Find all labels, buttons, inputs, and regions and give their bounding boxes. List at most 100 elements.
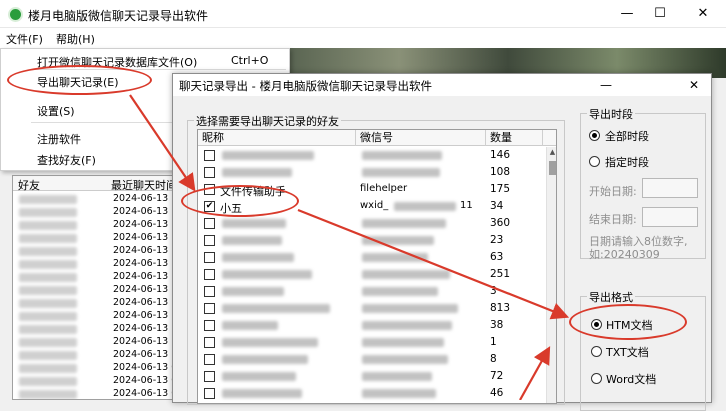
friend-list-row[interactable]: 2024-06-13 1 <box>13 206 179 219</box>
friend-checkbox[interactable] <box>204 252 215 263</box>
friend-checkbox[interactable] <box>204 150 215 161</box>
friend-checkbox[interactable] <box>204 337 215 348</box>
friend-row[interactable]: 72 <box>198 368 543 385</box>
friend-list-row[interactable]: 2024-06-13 1 <box>13 297 179 310</box>
friend-row[interactable]: 38 <box>198 317 543 334</box>
friend-name-redacted <box>19 286 77 295</box>
friend-row[interactable]: 108 <box>198 164 543 181</box>
message-count: 23 <box>490 234 504 246</box>
friend-list-row[interactable]: 2024-06-13 1 <box>13 310 179 323</box>
col-friend-header[interactable]: 好友 <box>18 177 40 193</box>
scroll-thumb[interactable] <box>549 161 556 175</box>
menu-file[interactable]: 文件(F) <box>6 31 43 47</box>
friend-list-row[interactable]: 2024-06-13 0 <box>13 362 179 375</box>
friend-row[interactable]: 23 <box>198 232 543 249</box>
col-nickname[interactable]: 昵称 <box>198 130 356 146</box>
message-count: 175 <box>490 183 511 195</box>
menu-register[interactable]: 注册软件 <box>37 131 81 147</box>
friend-list-row[interactable]: 2024-06-13 1 <box>13 284 179 297</box>
friends-table-scrollbar[interactable]: ▲ <box>546 147 556 403</box>
friend-list-row[interactable]: 2024-06-13 1 <box>13 232 179 245</box>
annotation-circle-selected-friend <box>181 185 299 217</box>
scroll-up-icon[interactable]: ▲ <box>547 147 556 158</box>
friend-checkbox[interactable] <box>204 235 215 246</box>
menu-open-db-shortcut: Ctrl+O <box>231 54 269 67</box>
friend-row[interactable]: 3 <box>198 283 543 300</box>
friend-row[interactable]: 146 <box>198 147 543 164</box>
friend-checkbox[interactable] <box>204 303 215 314</box>
menu-settings[interactable]: 设置(S) <box>37 103 75 119</box>
friend-row[interactable]: 251 <box>198 266 543 283</box>
friends-table[interactable]: 昵称 微信号 数量 146 108 文件传输助手 filehelper 175 ✔ 小五 wx… <box>197 129 557 404</box>
menu-help[interactable]: 帮助(H) <box>56 31 95 47</box>
friend-name-redacted <box>19 195 77 204</box>
friend-list-row[interactable]: 2024-06-13 1 <box>13 323 179 336</box>
wechat-id-redacted <box>362 168 440 177</box>
wechat-id-redacted <box>362 338 444 347</box>
format-word-radio[interactable] <box>591 373 602 384</box>
col-wechat-id[interactable]: 微信号 <box>356 130 486 146</box>
minimize-button[interactable]: — <box>612 4 642 24</box>
format-word-label[interactable]: Word文档 <box>606 371 656 387</box>
menu-find-friend[interactable]: 查找好友(F) <box>37 152 96 168</box>
last-chat-time: 2024-06-13 1 <box>113 297 178 308</box>
friend-checkbox[interactable] <box>204 354 215 365</box>
end-date-input[interactable] <box>642 207 698 227</box>
friend-list-row[interactable]: 2024-06-13 1 <box>13 271 179 284</box>
friend-list[interactable]: 好友 最近聊天时间 2024-06-13 1 2024-06-13 1 2024-0… <box>12 175 180 400</box>
custom-time-radio[interactable] <box>589 156 600 167</box>
last-chat-time: 2024-06-13 1 <box>113 336 178 347</box>
format-txt-radio[interactable] <box>591 346 602 357</box>
format-txt-label[interactable]: TXT文档 <box>606 344 649 360</box>
last-chat-time: 2024-06-13 1 <box>113 219 178 230</box>
friend-list-row[interactable]: 2024-06-13 1 <box>13 336 179 349</box>
maximize-button[interactable]: ☐ <box>645 4 675 24</box>
friend-list-row[interactable]: 2024-06-13 0 <box>13 375 179 388</box>
friend-row[interactable]: 813 <box>198 300 543 317</box>
friend-name-redacted <box>19 377 77 386</box>
all-time-label[interactable]: 全部时段 <box>605 128 649 144</box>
friend-checkbox[interactable] <box>204 371 215 382</box>
friend-checkbox[interactable] <box>204 286 215 297</box>
dialog-titlebar: 聊天记录导出 - 楼月电脑版微信聊天记录导出软件 — ✕ <box>173 74 711 96</box>
app-titlebar: 楼月电脑版微信聊天记录导出软件 — ☐ ✕ <box>0 0 726 28</box>
custom-time-label[interactable]: 指定时段 <box>605 154 649 170</box>
friend-list-row[interactable]: 2024-06-13 1 <box>13 193 179 206</box>
wechat-id-redacted <box>362 151 442 160</box>
friend-list-row[interactable]: 2024-06-13 1 <box>13 245 179 258</box>
all-time-radio[interactable] <box>589 130 600 141</box>
col-last-chat-header[interactable]: 最近聊天时间 <box>111 177 177 193</box>
friend-checkbox[interactable] <box>204 320 215 331</box>
nickname-redacted <box>222 287 284 296</box>
dialog-minimize-button[interactable]: — <box>593 75 619 95</box>
friend-list-row[interactable]: 2024-06-13 1 <box>13 349 179 362</box>
message-count: 251 <box>490 268 511 280</box>
dialog-close-button[interactable]: ✕ <box>681 75 707 95</box>
friend-row[interactable]: 1 <box>198 334 543 351</box>
friend-row[interactable]: 63 <box>198 249 543 266</box>
menubar: 文件(F) 帮助(H) <box>0 28 726 48</box>
format-group-label: 导出格式 <box>587 289 635 305</box>
nickname-redacted <box>222 151 314 160</box>
friend-name-redacted <box>19 247 77 256</box>
friend-checkbox[interactable] <box>204 218 215 229</box>
friend-list-row[interactable]: 2024-06-13 0 <box>13 388 179 399</box>
wechat-id-redacted <box>362 389 436 398</box>
friend-name-redacted <box>19 338 77 347</box>
friend-checkbox[interactable] <box>204 388 215 399</box>
last-chat-time: 2024-06-13 1 <box>113 284 178 295</box>
start-date-input[interactable] <box>642 178 698 198</box>
nickname-redacted <box>222 168 292 177</box>
friend-checkbox[interactable] <box>204 269 215 280</box>
nickname-redacted <box>222 304 330 313</box>
friend-name-redacted <box>19 221 77 230</box>
close-button[interactable]: ✕ <box>688 4 718 24</box>
friend-checkbox[interactable] <box>204 167 215 178</box>
friend-row[interactable]: 8 <box>198 351 543 368</box>
friend-list-row[interactable]: 2024-06-13 1 <box>13 258 179 271</box>
friend-list-row[interactable]: 2024-06-13 1 <box>13 219 179 232</box>
friend-row[interactable]: 360 <box>198 215 543 232</box>
col-count[interactable]: 数量 <box>486 130 543 146</box>
friend-row[interactable]: 46 <box>198 385 543 402</box>
last-chat-time: 2024-06-13 0 <box>113 375 178 386</box>
